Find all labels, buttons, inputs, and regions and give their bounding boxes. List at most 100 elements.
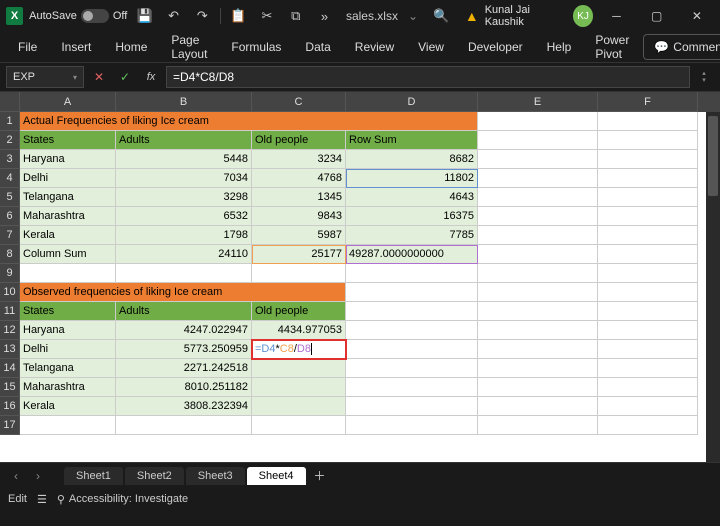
cell-a5[interactable]: Telangana: [20, 188, 116, 207]
cell-c12[interactable]: 4434.977053: [252, 321, 346, 340]
cell-c14[interactable]: [252, 359, 346, 378]
cell-d15[interactable]: [346, 378, 478, 397]
tab-view[interactable]: View: [408, 35, 454, 59]
redo-icon[interactable]: ↷: [191, 4, 214, 28]
cell-e8[interactable]: [478, 245, 598, 264]
cell-e15[interactable]: [478, 378, 598, 397]
close-button[interactable]: ✕: [680, 2, 714, 30]
tab-page-layout[interactable]: Page Layout: [161, 28, 217, 66]
vertical-scrollbar[interactable]: [706, 112, 720, 462]
cell-a4[interactable]: Delhi: [20, 169, 116, 188]
filename-dropdown-icon[interactable]: ⌄: [408, 9, 418, 23]
cell-c8[interactable]: 25177: [252, 245, 346, 264]
sheet-nav-next-icon[interactable]: ›: [28, 466, 48, 486]
row-header[interactable]: 13: [0, 340, 20, 359]
cell-d3[interactable]: 8682: [346, 150, 478, 169]
cell-e16[interactable]: [478, 397, 598, 416]
row-header[interactable]: 6: [0, 207, 20, 226]
cell-e5[interactable]: [478, 188, 598, 207]
cell-b6[interactable]: 6532: [116, 207, 252, 226]
cell-b14[interactable]: 2271.242518: [116, 359, 252, 378]
cancel-formula-icon[interactable]: ✕: [88, 66, 110, 88]
undo-icon[interactable]: ↶: [162, 4, 185, 28]
workbook-stats-icon[interactable]: ☰: [37, 493, 47, 506]
row-header[interactable]: 9: [0, 264, 20, 283]
col-header-b[interactable]: B: [116, 92, 252, 112]
cell-c17[interactable]: [252, 416, 346, 435]
cell-a1[interactable]: Actual Frequencies of liking Ice cream: [20, 112, 478, 131]
row-header[interactable]: 8: [0, 245, 20, 264]
cell-a12[interactable]: Haryana: [20, 321, 116, 340]
cell-b11[interactable]: Adults: [116, 302, 252, 321]
chevron-down-icon[interactable]: ▾: [73, 73, 77, 82]
name-box[interactable]: EXP ▾: [6, 66, 84, 88]
confirm-formula-icon[interactable]: ✓: [114, 66, 136, 88]
row-header[interactable]: 11: [0, 302, 20, 321]
cell-d2[interactable]: Row Sum: [346, 131, 478, 150]
cell-e7[interactable]: [478, 226, 598, 245]
save-icon[interactable]: 💾: [133, 4, 156, 28]
cell-d16[interactable]: [346, 397, 478, 416]
cell-f14[interactable]: [598, 359, 698, 378]
cell-a15[interactable]: Maharashtra: [20, 378, 116, 397]
cell-a6[interactable]: Maharashtra: [20, 207, 116, 226]
cell-f5[interactable]: [598, 188, 698, 207]
cell-b8[interactable]: 24110: [116, 245, 252, 264]
cell-a16[interactable]: Kerala: [20, 397, 116, 416]
cell-f11[interactable]: [598, 302, 698, 321]
cell-c3[interactable]: 3234: [252, 150, 346, 169]
row-header[interactable]: 17: [0, 416, 20, 435]
row-header[interactable]: 15: [0, 378, 20, 397]
cell-b9[interactable]: [116, 264, 252, 283]
cell-f17[interactable]: [598, 416, 698, 435]
cell-e1[interactable]: [478, 112, 598, 131]
sheet-tab-3[interactable]: Sheet3: [186, 467, 245, 485]
col-header-a[interactable]: A: [20, 92, 116, 112]
cell-e9[interactable]: [478, 264, 598, 283]
cell-a17[interactable]: [20, 416, 116, 435]
cell-c6[interactable]: 9843: [252, 207, 346, 226]
cell-a2[interactable]: States: [20, 131, 116, 150]
cell-d14[interactable]: [346, 359, 478, 378]
cell-a7[interactable]: Kerala: [20, 226, 116, 245]
cell-b12[interactable]: 4247.022947: [116, 321, 252, 340]
cell-b4[interactable]: 7034: [116, 169, 252, 188]
row-header[interactable]: 1: [0, 112, 20, 131]
cell-f2[interactable]: [598, 131, 698, 150]
cell-d6[interactable]: 16375: [346, 207, 478, 226]
row-header[interactable]: 5: [0, 188, 20, 207]
cell-d10[interactable]: [346, 283, 478, 302]
cell-f3[interactable]: [598, 150, 698, 169]
cell-b5[interactable]: 3298: [116, 188, 252, 207]
cell-e12[interactable]: [478, 321, 598, 340]
tab-home[interactable]: Home: [105, 35, 157, 59]
cell-b16[interactable]: 3808.232394: [116, 397, 252, 416]
cell-a8[interactable]: Column Sum: [20, 245, 116, 264]
maximize-button[interactable]: ▢: [640, 2, 674, 30]
cell-c11[interactable]: Old people: [252, 302, 346, 321]
cell-f15[interactable]: [598, 378, 698, 397]
cell-f13[interactable]: [598, 340, 698, 359]
row-header[interactable]: 4: [0, 169, 20, 188]
cell-f12[interactable]: [598, 321, 698, 340]
cell-b2[interactable]: Adults: [116, 131, 252, 150]
tab-formulas[interactable]: Formulas: [221, 35, 291, 59]
cell-d4[interactable]: 11802: [346, 169, 478, 188]
cell-d7[interactable]: 7785: [346, 226, 478, 245]
tab-review[interactable]: Review: [345, 35, 404, 59]
cell-a3[interactable]: Haryana: [20, 150, 116, 169]
cell-d12[interactable]: [346, 321, 478, 340]
cell-d11[interactable]: [346, 302, 478, 321]
cell-e17[interactable]: [478, 416, 598, 435]
row-header[interactable]: 16: [0, 397, 20, 416]
row-header[interactable]: 2: [0, 131, 20, 150]
cell-d13[interactable]: [346, 340, 478, 359]
col-header-d[interactable]: D: [346, 92, 478, 112]
fx-icon[interactable]: fx: [140, 66, 162, 88]
cell-b15[interactable]: 8010.251182: [116, 378, 252, 397]
expand-formula-bar-icon[interactable]: ▴▾: [694, 70, 714, 84]
user-account[interactable]: ▲ Kunal Jai Kaushik KJ: [465, 4, 594, 28]
toggle-off-icon[interactable]: [81, 9, 109, 23]
autosave-toggle[interactable]: AutoSave Off: [29, 9, 127, 23]
spreadsheet-grid[interactable]: A B C D E F 1 Actual Frequencies of liki…: [0, 92, 720, 462]
